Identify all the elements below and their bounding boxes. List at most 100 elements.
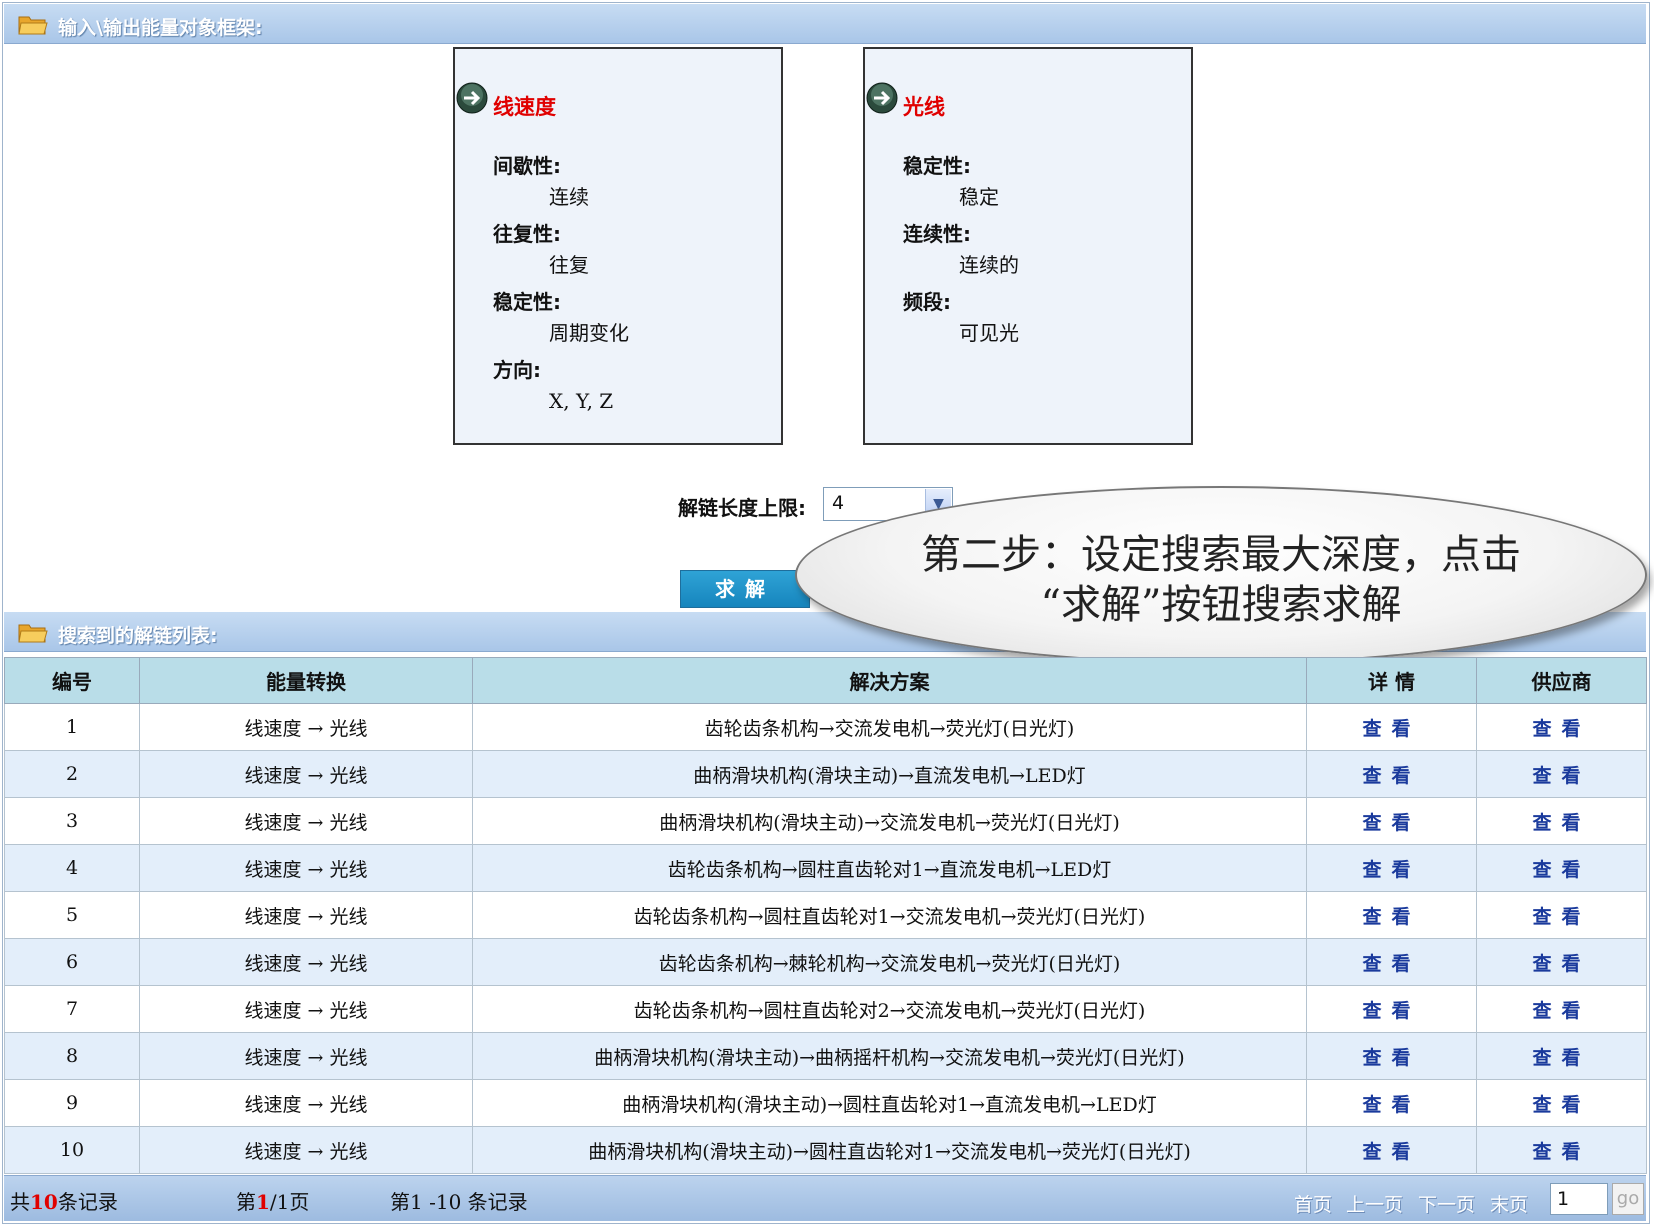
details-link[interactable]: 查看 — [1362, 906, 1420, 928]
input-object-properties: 间歇性: 连续 往复性: 往复 稳定性: 周期变化 方向: X, Y, Z — [493, 151, 629, 423]
row-solution: 齿轮齿条机构→圆柱直齿轮对1→交流发电机→荧光灯(日光灯) — [633, 905, 1146, 928]
row-solution-cell: 齿轮齿条机构→交流发电机→荧光灯(日光灯) — [472, 703, 1307, 751]
folder-icon — [18, 624, 48, 643]
arrow-right-circle-icon — [456, 82, 488, 114]
row-conversion: 线速度 → 光线 — [244, 858, 368, 881]
go-button[interactable]: go — [1612, 1183, 1644, 1215]
supplier-link-cell: 查看 — [1476, 1126, 1647, 1174]
details-link[interactable]: 查看 — [1362, 1000, 1420, 1022]
supplier-link[interactable]: 查看 — [1532, 859, 1590, 881]
row-conversion: 线速度 → 光线 — [244, 717, 368, 740]
input-object-title: 线速度 — [493, 95, 556, 119]
property-value: 连续的 — [959, 253, 1019, 277]
table-row: 4 线速度 → 光线 齿轮齿条机构→圆柱直齿轮对1→直流发电机→LED灯 查看 查看 — [4, 844, 1647, 892]
row-solution: 曲柄滑块机构(滑块主动)→交流发电机→荧光灯(日光灯) — [659, 811, 1120, 834]
row-solution: 齿轮齿条机构→交流发电机→荧光灯(日光灯) — [704, 717, 1075, 740]
row-conversion-cell: 线速度 → 光线 — [139, 703, 473, 751]
details-link-cell: 查看 — [1306, 1032, 1477, 1080]
pagination-bar: 共10条记录 第1/1页 第1 -10 条记录 首页 上一页 下一页 末页 1 … — [4, 1175, 1646, 1221]
details-link[interactable]: 查看 — [1362, 953, 1420, 975]
row-conversion-cell: 线速度 → 光线 — [139, 1126, 473, 1174]
row-conversion: 线速度 → 光线 — [244, 811, 368, 834]
supplier-link-cell: 查看 — [1476, 844, 1647, 892]
next-page-link[interactable]: 下一页 — [1418, 1190, 1475, 1217]
prev-page-link[interactable]: 上一页 — [1346, 1190, 1403, 1217]
last-page-link[interactable]: 末页 — [1490, 1190, 1528, 1217]
table-row: 5 线速度 → 光线 齿轮齿条机构→圆柱直齿轮对1→交流发电机→荧光灯(日光灯) 查看… — [4, 891, 1647, 939]
property-name: 往复性: — [493, 222, 561, 246]
supplier-link-cell: 查看 — [1476, 891, 1647, 939]
row-conversion-cell: 线速度 → 光线 — [139, 1079, 473, 1127]
first-page-link[interactable]: 首页 — [1294, 1190, 1332, 1217]
details-link[interactable]: 查看 — [1362, 859, 1420, 881]
output-object-properties: 稳定性: 稳定 连续性: 连续的 频段: 可见光 — [903, 151, 1019, 355]
row-id-cell: 8 — [4, 1032, 140, 1080]
row-id-cell: 10 — [4, 1126, 140, 1174]
table-row: 6 线速度 → 光线 齿轮齿条机构→棘轮机构→交流发电机→荧光灯(日光灯) 查看 查看 — [4, 938, 1647, 986]
supplier-link-cell: 查看 — [1476, 703, 1647, 751]
row-solution: 曲柄滑块机构(滑块主动)→圆柱直齿轮对1→直流发电机→LED灯 — [622, 1093, 1157, 1116]
supplier-link[interactable]: 查看 — [1532, 1047, 1590, 1069]
row-conversion-cell: 线速度 → 光线 — [139, 985, 473, 1033]
details-link[interactable]: 查看 — [1362, 1047, 1420, 1069]
row-conversion: 线速度 → 光线 — [244, 764, 368, 787]
row-id-cell: 3 — [4, 797, 140, 845]
page-number-input[interactable]: 1 — [1550, 1183, 1608, 1215]
details-link[interactable]: 查看 — [1362, 1094, 1420, 1116]
row-conversion: 线速度 → 光线 — [244, 905, 368, 928]
row-solution-cell: 齿轮齿条机构→圆柱直齿轮对1→交流发电机→荧光灯(日光灯) — [472, 891, 1307, 939]
callout-line-2: “求解”按钮搜索求解 — [1040, 582, 1402, 628]
supplier-link[interactable]: 查看 — [1532, 1141, 1590, 1163]
folder-icon — [18, 16, 48, 35]
supplier-link[interactable]: 查看 — [1532, 1000, 1590, 1022]
supplier-link[interactable]: 查看 — [1532, 812, 1590, 834]
details-link-cell: 查看 — [1306, 844, 1477, 892]
table-row: 10 线速度 → 光线 曲柄滑块机构(滑块主动)→圆柱直齿轮对1→交流发电机→荧光灯… — [4, 1126, 1647, 1174]
row-solution-cell: 齿轮齿条机构→圆柱直齿轮对1→直流发电机→LED灯 — [472, 844, 1307, 892]
row-solution-cell: 曲柄滑块机构(滑块主动)→圆柱直齿轮对1→交流发电机→荧光灯(日光灯) — [472, 1126, 1307, 1174]
table-row: 8 线速度 → 光线 曲柄滑块机构(滑块主动)→曲柄摇杆机构→交流发电机→荧光灯(日… — [4, 1032, 1647, 1080]
property-value: 周期变化 — [549, 321, 629, 345]
row-id: 1 — [65, 716, 79, 738]
page-indicator: 第1/1页 — [236, 1190, 310, 1214]
row-id-cell: 9 — [4, 1079, 140, 1127]
details-link[interactable]: 查看 — [1362, 765, 1420, 787]
supplier-link[interactable]: 查看 — [1532, 953, 1590, 975]
supplier-link-cell: 查看 — [1476, 750, 1647, 798]
details-link[interactable]: 查看 — [1362, 718, 1420, 740]
solve-button[interactable]: 求解 — [680, 570, 810, 608]
row-id: 10 — [59, 1139, 85, 1161]
row-conversion-cell: 线速度 → 光线 — [139, 844, 473, 892]
details-link-cell: 查看 — [1306, 750, 1477, 798]
row-solution: 齿轮齿条机构→棘轮机构→交流发电机→荧光灯(日光灯) — [658, 952, 1121, 975]
property-name: 连续性: — [903, 222, 971, 246]
supplier-link[interactable]: 查看 — [1532, 906, 1590, 928]
column-header-conversion: 能量转换 — [139, 657, 473, 704]
supplier-link-cell: 查看 — [1476, 1032, 1647, 1080]
details-link[interactable]: 查看 — [1362, 812, 1420, 834]
supplier-link[interactable]: 查看 — [1532, 1094, 1590, 1116]
row-solution-cell: 曲柄滑块机构(滑块主动)→直流发电机→LED灯 — [472, 750, 1307, 798]
column-header-supplier: 供应商 — [1476, 657, 1647, 704]
table-row: 7 线速度 → 光线 齿轮齿条机构→圆柱直齿轮对2→交流发电机→荧光灯(日光灯) 查看… — [4, 985, 1647, 1033]
details-link[interactable]: 查看 — [1362, 1141, 1420, 1163]
io-frame-title: 输入\输出能量对象框架: — [58, 17, 263, 39]
row-id: 9 — [65, 1092, 79, 1114]
property-name: 稳定性: — [493, 290, 561, 314]
table-row: 3 线速度 → 光线 曲柄滑块机构(滑块主动)→交流发电机→荧光灯(日光灯) 查看 查看 — [4, 797, 1647, 845]
output-object-title: 光线 — [903, 95, 945, 119]
supplier-link-cell: 查看 — [1476, 938, 1647, 986]
row-solution: 曲柄滑块机构(滑块主动)→曲柄摇杆机构→交流发电机→荧光灯(日光灯) — [594, 1046, 1185, 1069]
io-frame-header: 输入\输出能量对象框架: — [4, 4, 1646, 44]
row-solution-cell: 曲柄滑块机构(滑块主动)→曲柄摇杆机构→交流发电机→荧光灯(日光灯) — [472, 1032, 1307, 1080]
row-id: 8 — [65, 1045, 79, 1067]
details-link-cell: 查看 — [1306, 938, 1477, 986]
row-id-cell: 4 — [4, 844, 140, 892]
details-link-cell: 查看 — [1306, 703, 1477, 751]
select-value: 4 — [832, 492, 845, 514]
property-value: 可见光 — [959, 321, 1019, 345]
supplier-link[interactable]: 查看 — [1532, 765, 1590, 787]
supplier-link-cell: 查看 — [1476, 985, 1647, 1033]
property-value: 稳定 — [959, 185, 999, 209]
supplier-link[interactable]: 查看 — [1532, 718, 1590, 740]
